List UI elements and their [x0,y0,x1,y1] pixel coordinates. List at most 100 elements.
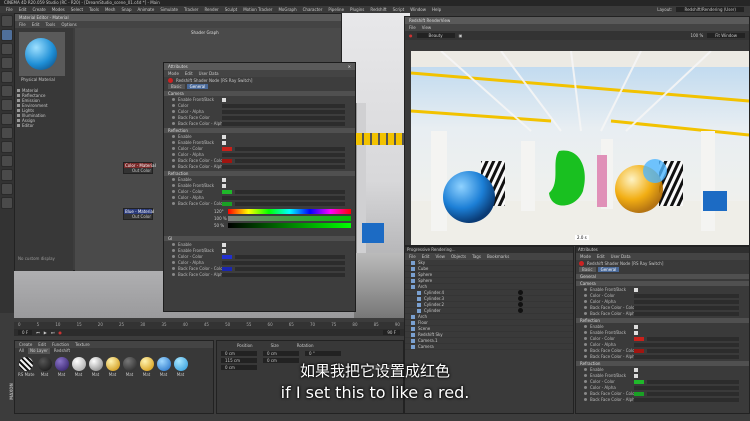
me-menu-edit[interactable]: Edit [32,21,40,28]
saturation-value[interactable]: 100 % [214,216,228,221]
shader-node-blue[interactable]: Blue - Material Out Color [123,208,154,220]
prop-row[interactable]: Enable Front/Back [172,140,355,145]
prop-row[interactable]: Enable Front/Back [172,248,355,253]
render-view-titlebar[interactable]: Redshift RenderView [405,17,749,24]
keyframe-dot-icon[interactable] [584,300,587,303]
tab-basic[interactable]: Basic [579,267,596,272]
edges-mode-icon[interactable] [1,85,13,97]
menu-item-sculpt[interactable]: Sculpt [225,6,238,13]
menu-item-window[interactable]: Window [410,6,426,13]
move-icon[interactable] [1,29,13,41]
saturation-slider[interactable] [228,215,351,221]
section-general[interactable]: General [576,274,749,279]
menu-item-motion-tracker[interactable]: Motion Tracker [243,6,272,13]
keyframe-dot-icon[interactable] [584,312,587,315]
keyframe-dot-icon[interactable] [172,196,175,199]
filter-redshift[interactable]: Redshift [54,348,70,354]
color-swatch-green[interactable] [222,201,232,206]
filter-all[interactable]: All [19,348,24,354]
keyframe-dot-icon[interactable] [584,288,587,291]
checkbox[interactable] [222,97,226,102]
filter-no-layer[interactable]: No Layer [27,348,50,354]
me-menu-tools[interactable]: Tools [45,21,55,28]
value-field[interactable] [647,348,739,353]
keyframe-dot-icon[interactable] [584,337,587,340]
om-menu-edit[interactable]: Edit [422,253,430,260]
end-frame-field[interactable]: 90 F [383,330,400,335]
points-mode-icon[interactable] [1,71,13,83]
prop-row[interactable]: Color - Alpha [584,299,749,304]
attributes-popup-window[interactable]: Attributes ✕ Mode Edit User Data Redshif… [163,62,356,312]
checkbox[interactable] [222,140,226,145]
value-field[interactable] [235,254,345,259]
undo-icon[interactable] [1,15,13,27]
keyframe-dot-icon[interactable] [172,147,175,150]
menu-item-help[interactable]: Help [432,6,441,13]
fit-window-select[interactable]: Fit Window [707,33,745,38]
color-swatch-green[interactable] [222,189,232,194]
prop-row[interactable]: Back Face Color - Alpha [584,354,749,359]
shader-node-red[interactable]: Color - Material Out Color [123,162,156,174]
keyframe-dot-icon[interactable] [172,122,175,125]
channel-item[interactable]: Editor [17,123,71,128]
color-swatch-red[interactable] [634,348,644,353]
mat-menu-edit[interactable]: Edit [38,341,46,348]
keyframe-dot-icon[interactable] [172,159,175,162]
render-view-window[interactable]: Redshift RenderView File View ● Beauty ▣… [404,16,750,246]
prop-row[interactable]: Color [172,103,355,108]
menu-item-modes[interactable]: Modes [52,6,65,13]
keyframe-dot-icon[interactable] [172,153,175,156]
timeline[interactable]: 0 5 10 15 20 25 30 35 40 45 50 55 60 65 … [14,322,404,336]
prop-row[interactable]: Enable [584,324,749,329]
node-blue-port[interactable]: Out Color [124,214,152,219]
menu-item-script[interactable]: Script [393,6,405,13]
checkbox[interactable] [222,134,226,139]
prop-row[interactable]: Back Face Color [172,115,355,120]
keyframe-dot-icon[interactable] [584,331,587,334]
value-field[interactable] [634,354,739,359]
prop-row[interactable]: Color - Alpha [172,152,355,157]
value-field[interactable] [235,158,345,163]
section-refraction[interactable]: Refraction [164,171,355,176]
rot-h-field[interactable]: 0 ° [305,351,341,356]
prop-row[interactable]: Enable [172,242,355,247]
section-reflection[interactable]: Reflection [576,318,749,323]
menu-item-edit[interactable]: Edit [19,6,27,13]
color-swatch-blue[interactable] [222,254,232,259]
keyframe-dot-icon[interactable] [584,343,587,346]
coord-x-field[interactable]: 0 cm [221,351,257,356]
keyframe-dot-icon[interactable] [172,261,175,264]
object-row[interactable]: Camera [405,344,573,350]
prop-row[interactable]: Enable Front/Back [172,97,355,102]
section-camera[interactable]: Camera [164,91,355,96]
window-close-icon[interactable]: ✕ [348,63,351,70]
value-field[interactable] [235,201,345,206]
prop-row[interactable]: Color - Color [172,189,355,194]
axis-icon[interactable] [1,169,13,181]
om-menu-file[interactable]: File [409,253,416,260]
tab-basic[interactable]: Basic [168,84,185,89]
menu-item-mesh[interactable]: Mesh [105,6,116,13]
ar-menu-mode[interactable]: Mode [580,253,591,260]
me-menu-file[interactable]: File [19,21,26,28]
keyframe-dot-icon[interactable] [172,190,175,193]
value-field[interactable] [647,336,739,341]
om-menu-objects[interactable]: Objects [451,253,466,260]
prop-row[interactable]: Enable Front/Back [584,287,749,292]
scale-icon[interactable] [1,43,13,55]
checkbox[interactable] [222,248,226,253]
value-field[interactable] [235,266,345,271]
value-field[interactable] [222,260,345,265]
keyframe-dot-icon[interactable] [172,243,175,246]
prop-row[interactable]: Back Face Color - Alpha [172,121,355,126]
layout-selector[interactable]: Layout: Redshift/Rendering (User) [657,6,744,13]
color-swatch-red[interactable] [222,158,232,163]
value-field[interactable] [634,311,739,316]
keyframe-dot-icon[interactable] [584,294,587,297]
checkbox[interactable] [634,287,638,292]
size-x-field[interactable]: 0 cm [263,351,299,356]
checkbox[interactable] [222,242,226,247]
material-editor-titlebar[interactable]: Material Editor - Material [15,14,341,21]
keyframe-dot-icon[interactable] [172,165,175,168]
brightness-slider[interactable] [228,222,351,228]
